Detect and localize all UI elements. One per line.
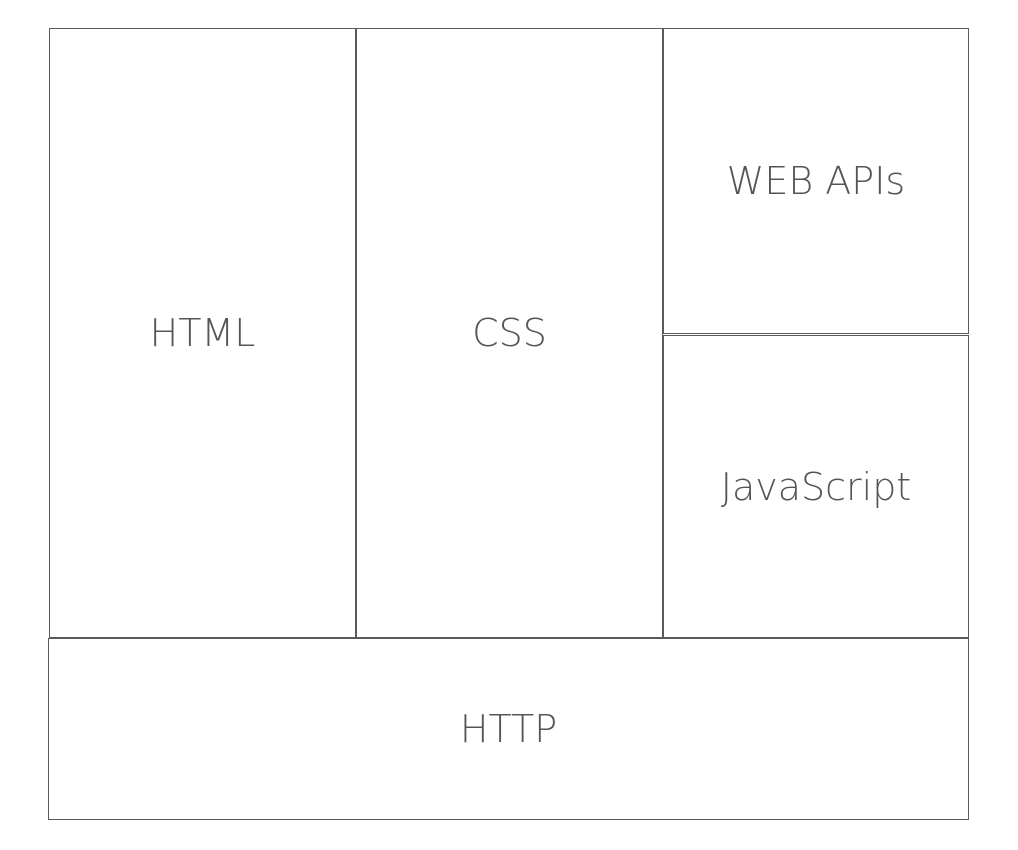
block-web-apis-label: WEB APIs — [726, 159, 906, 203]
block-web-apis: WEB APIs — [663, 28, 969, 334]
block-http: HTTP — [48, 638, 969, 820]
block-css-label: CSS — [472, 311, 547, 355]
block-javascript: JavaScript — [663, 335, 969, 638]
block-javascript-label: JavaScript — [720, 464, 912, 509]
block-html-label: HTML — [149, 311, 256, 355]
block-html: HTML — [49, 28, 356, 638]
block-css: CSS — [356, 28, 663, 638]
block-http-label: HTTP — [459, 707, 558, 751]
